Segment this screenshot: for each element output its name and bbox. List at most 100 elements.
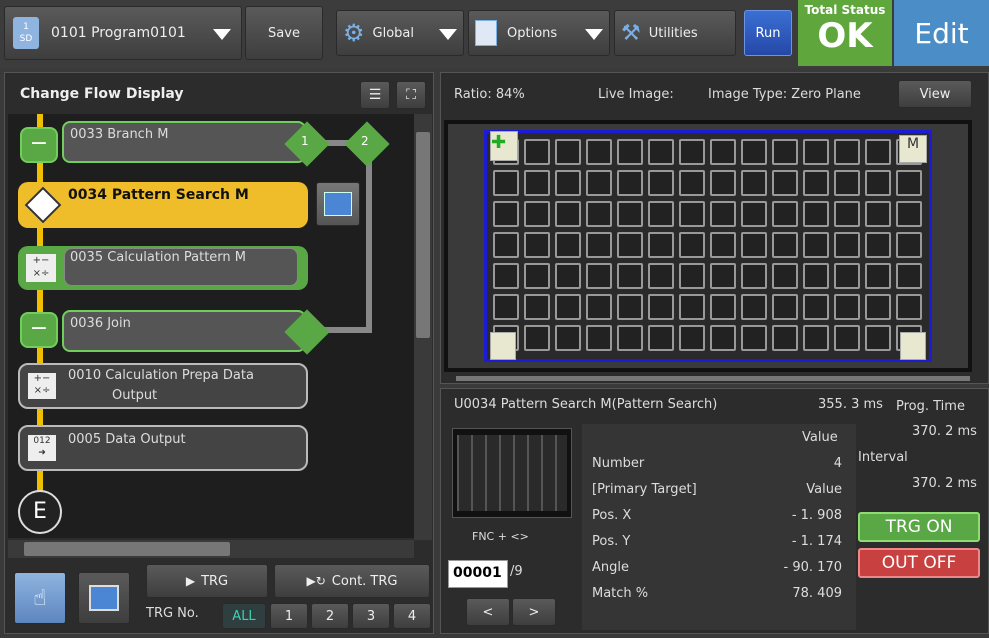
grid-cell	[555, 294, 581, 320]
grid-cell	[772, 325, 798, 351]
image-scrollbar[interactable]	[456, 376, 970, 381]
grid-cell	[803, 139, 829, 165]
node-detail-button[interactable]	[316, 182, 360, 226]
trg-2-button[interactable]: 2	[311, 603, 349, 629]
result-row-value: - 90. 170	[783, 560, 842, 575]
trg-button[interactable]: ▶ TRG	[146, 564, 268, 598]
list-detail-icon	[324, 192, 352, 216]
corner-marker-bl-icon	[490, 332, 516, 360]
flow-horizontal-scrollbar[interactable]	[8, 540, 414, 558]
grid-cell	[741, 139, 767, 165]
sd-card-icon: 1 SD	[13, 17, 39, 49]
grid-cell	[710, 232, 736, 258]
grid-cell	[803, 170, 829, 196]
next-button[interactable]: >	[512, 598, 556, 626]
utilities-button[interactable]: ⚒ Utilities	[614, 10, 736, 56]
collapse-branch-button[interactable]: −	[20, 127, 58, 163]
out-off-button[interactable]: OUT OFF	[858, 548, 980, 578]
collapse-join-button[interactable]: −	[20, 312, 58, 348]
grid-cell	[679, 294, 705, 320]
flow-horizontal-scroll-thumb[interactable]	[24, 542, 230, 556]
total-status-label: Total Status	[804, 3, 886, 17]
grid-cell	[555, 139, 581, 165]
grid-cell	[865, 263, 891, 289]
flow-end-node[interactable]: E	[18, 490, 62, 534]
trg-all-button[interactable]: ALL	[222, 603, 266, 629]
flow-node-branch[interactable]: 0033 Branch M	[62, 121, 306, 163]
page-input[interactable]: 00001	[448, 560, 508, 588]
grid-cell	[741, 325, 767, 351]
flow-node-calculation-prepa[interactable]: +− ×÷ 0010 Calculation Prepa Data Output	[18, 363, 308, 409]
grid-cell	[524, 232, 550, 258]
fnc-label: FNC + <>	[472, 530, 529, 543]
expand-icon: ⛶	[406, 87, 416, 103]
result-row-label: Pos. X	[592, 508, 632, 523]
grid-cell	[524, 263, 550, 289]
touch-mode-button[interactable]: ☝	[14, 572, 66, 624]
page-total: /9	[510, 564, 523, 579]
grid-cell	[710, 139, 736, 165]
grid-cell	[648, 325, 674, 351]
view-button[interactable]: View	[898, 80, 972, 108]
result-time: 355. 3 ms	[818, 397, 883, 412]
grid-cell	[617, 139, 643, 165]
calculator-icon: +− ×÷	[26, 254, 56, 282]
flow-node-join[interactable]: 0036 Join	[62, 310, 306, 352]
chevron-down-icon	[213, 29, 231, 40]
grid-cell	[586, 294, 612, 320]
grid-cell	[524, 201, 550, 227]
result-row-value: - 1. 908	[791, 508, 842, 523]
grid-cell	[865, 325, 891, 351]
grid-cell	[772, 294, 798, 320]
grid-cell	[710, 294, 736, 320]
grid-cell	[679, 232, 705, 258]
grid-cell	[555, 201, 581, 227]
fullscreen-button[interactable]: ⛶	[396, 81, 426, 109]
grid-cell	[586, 263, 612, 289]
grid-cell	[617, 294, 643, 320]
trg-on-button[interactable]: TRG ON	[858, 512, 980, 542]
grid-cell	[524, 325, 550, 351]
result-row-value: Value	[806, 482, 842, 497]
grid-cell	[865, 201, 891, 227]
trg-3-button[interactable]: 3	[352, 603, 390, 629]
grid-cell	[524, 139, 550, 165]
save-button[interactable]: Save	[245, 6, 323, 60]
prog-time-value: 370. 2 ms	[912, 424, 977, 439]
trg-4-button[interactable]: 4	[393, 603, 431, 629]
program-name: 0101 Program0101	[51, 25, 186, 41]
grid-cell	[617, 201, 643, 227]
grid-cell	[896, 263, 922, 289]
result-header: U0034 Pattern Search M(Pattern Search)	[454, 397, 718, 412]
grid-cell	[555, 170, 581, 196]
grid-cell	[493, 201, 519, 227]
image-button[interactable]	[78, 572, 130, 624]
result-thumbnail[interactable]	[452, 428, 572, 518]
grid-cell	[555, 325, 581, 351]
cont-trg-button[interactable]: ▶↻ Cont. TRG	[274, 564, 430, 598]
grid-cell	[834, 139, 860, 165]
image-icon	[89, 585, 119, 611]
flow-vertical-scroll-thumb[interactable]	[416, 132, 430, 338]
edit-button[interactable]: Edit	[894, 0, 989, 66]
grid-cell	[803, 325, 829, 351]
options-button[interactable]: Options	[468, 10, 610, 56]
flow-node-data-output[interactable]: 012 ➜ 0005 Data Output	[18, 425, 308, 471]
grid-cell	[834, 263, 860, 289]
flow-node-calculation-pattern[interactable]: +− ×÷ 0035 Calculation Pattern M	[18, 246, 308, 290]
flow-view-toggle-button[interactable]: ☰	[360, 81, 390, 109]
run-button[interactable]: Run	[744, 10, 792, 56]
flow-vertical-scrollbar[interactable]	[414, 114, 432, 540]
grid-cell	[586, 232, 612, 258]
grid-cell	[865, 139, 891, 165]
prev-button[interactable]: <	[466, 598, 510, 626]
grid-cell	[586, 139, 612, 165]
continuous-play-icon: ▶↻	[306, 574, 326, 588]
trg-1-button[interactable]: 1	[270, 603, 308, 629]
grid-cell	[896, 232, 922, 258]
branch-line	[366, 142, 372, 332]
camera-image	[444, 120, 972, 372]
flow-node-pattern-search[interactable]: 0034 Pattern Search M	[18, 182, 308, 228]
program-selector[interactable]: 1 SD 0101 Program0101	[4, 6, 242, 60]
global-button[interactable]: ⚙ Global	[336, 10, 464, 56]
